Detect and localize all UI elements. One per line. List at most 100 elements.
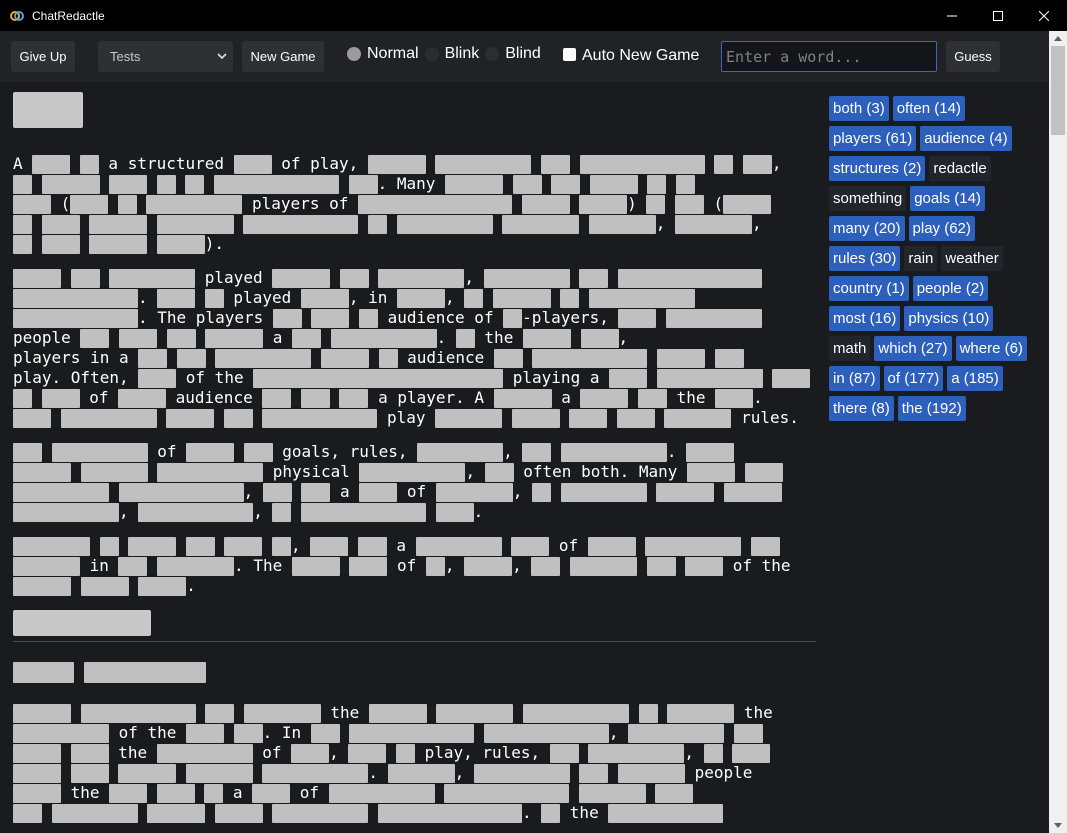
redacted-word[interactable] (464, 288, 484, 308)
redacted-word[interactable] (213, 174, 339, 194)
redacted-word[interactable] (674, 214, 752, 234)
guess-chip[interactable]: a (185) (947, 366, 1003, 391)
new-game-button[interactable]: New Game (242, 41, 324, 72)
redacted-word[interactable] (310, 536, 349, 556)
close-button[interactable] (1021, 0, 1067, 31)
redacted-word[interactable] (395, 743, 415, 763)
redacted-word[interactable] (703, 743, 723, 763)
redacted-word[interactable] (60, 408, 157, 428)
redacted-word[interactable] (521, 194, 570, 214)
redacted-word[interactable] (578, 783, 646, 803)
radio-blind[interactable] (485, 47, 500, 61)
redacted-word[interactable] (493, 388, 552, 408)
redacted-word[interactable] (233, 154, 272, 174)
guess-chip[interactable]: rules (30) (829, 246, 901, 271)
redacted-word[interactable] (588, 743, 685, 763)
redacted-word[interactable] (638, 703, 658, 723)
redacted-word[interactable] (156, 234, 205, 254)
redacted-word[interactable] (667, 703, 735, 723)
redacted-word[interactable] (291, 556, 340, 576)
scroll-up-icon[interactable] (1054, 36, 1062, 41)
redacted-word[interactable] (645, 536, 742, 556)
redacted-word[interactable] (415, 536, 502, 556)
redacted-word[interactable] (531, 482, 551, 502)
redacted-word[interactable] (444, 783, 570, 803)
redacted-word[interactable] (377, 803, 522, 823)
redacted-word[interactable] (13, 442, 42, 462)
redacted-word[interactable] (70, 194, 109, 214)
redacted-word[interactable] (109, 268, 196, 288)
redacted-word[interactable] (436, 703, 514, 723)
redacted-word[interactable] (156, 174, 176, 194)
redacted-word[interactable] (664, 408, 732, 428)
redacted-word[interactable] (13, 763, 61, 783)
redacted-word[interactable] (80, 703, 196, 723)
redacted-word[interactable] (396, 288, 445, 308)
category-select[interactable]: Tests (98, 41, 233, 72)
redacted-word[interactable] (118, 556, 148, 576)
guess-chip[interactable]: goals (14) (910, 186, 985, 211)
redacted-word[interactable] (455, 328, 475, 348)
guess-chip[interactable]: physics (10) (904, 306, 994, 331)
redacted-word[interactable] (311, 308, 350, 328)
redacted-word[interactable] (560, 288, 580, 308)
redacted-word[interactable] (13, 482, 109, 502)
redacted-word[interactable] (523, 703, 630, 723)
redacted-word[interactable] (70, 268, 100, 288)
redacted-word[interactable] (646, 194, 666, 214)
guess-input[interactable] (721, 41, 937, 72)
redacted-word[interactable] (541, 154, 571, 174)
redacted-word[interactable] (349, 723, 475, 743)
redacted-word[interactable] (80, 576, 129, 596)
redacted-word[interactable] (41, 214, 80, 234)
redacted-word[interactable] (647, 174, 667, 194)
redacted-word[interactable] (579, 154, 705, 174)
redacted-word[interactable] (185, 723, 224, 743)
redacted-word[interactable] (301, 482, 331, 502)
guess-chip[interactable]: which (27) (874, 336, 952, 361)
redacted-word[interactable] (473, 763, 570, 783)
redacted-word[interactable] (157, 556, 235, 576)
redacted-word[interactable] (310, 723, 340, 743)
guess-chip[interactable]: redactle (929, 156, 991, 181)
redacted-word[interactable] (224, 536, 263, 556)
redacted-word[interactable] (109, 174, 148, 194)
redacted-word[interactable] (339, 268, 369, 288)
redacted-word[interactable] (444, 174, 503, 194)
redacted-word[interactable] (118, 328, 157, 348)
redacted-word[interactable] (609, 368, 648, 388)
redacted-word[interactable] (675, 174, 695, 194)
guess-chip[interactable]: both (3) (829, 96, 889, 121)
redacted-word[interactable] (723, 482, 782, 502)
redacted-word[interactable] (357, 536, 387, 556)
redacted-word[interactable] (348, 743, 387, 763)
guess-chip[interactable]: play (62) (908, 216, 975, 241)
redacted-word[interactable] (387, 763, 455, 783)
redacted-word[interactable] (686, 442, 735, 462)
redacted-word[interactable] (166, 328, 196, 348)
redacted-word[interactable] (262, 388, 292, 408)
redacted-word[interactable] (656, 368, 763, 388)
redacted-word[interactable] (655, 783, 694, 803)
redacted-word[interactable] (271, 536, 291, 556)
redacted-word[interactable] (569, 408, 608, 428)
redacted-word[interactable] (483, 268, 570, 288)
redacted-word[interactable] (13, 194, 51, 214)
redacted-word[interactable] (580, 328, 619, 348)
guess-chip[interactable]: structures (2) (829, 156, 926, 181)
redacted-word[interactable] (551, 174, 581, 194)
redacted-word[interactable] (368, 703, 427, 723)
redacted-word[interactable] (185, 536, 215, 556)
redacted-word[interactable] (503, 308, 523, 328)
redacted-word[interactable] (618, 763, 686, 783)
redacted-word[interactable] (118, 763, 177, 783)
redacted-word[interactable] (715, 388, 754, 408)
redacted-word[interactable] (84, 662, 206, 683)
redacted-word[interactable] (686, 462, 735, 482)
redacted-word[interactable] (157, 288, 196, 308)
redacted-word[interactable] (588, 288, 695, 308)
redacted-word[interactable] (233, 723, 263, 743)
guess-chip[interactable]: the (192) (897, 396, 966, 421)
redacted-word[interactable] (51, 442, 148, 462)
redacted-word[interactable] (253, 368, 504, 388)
